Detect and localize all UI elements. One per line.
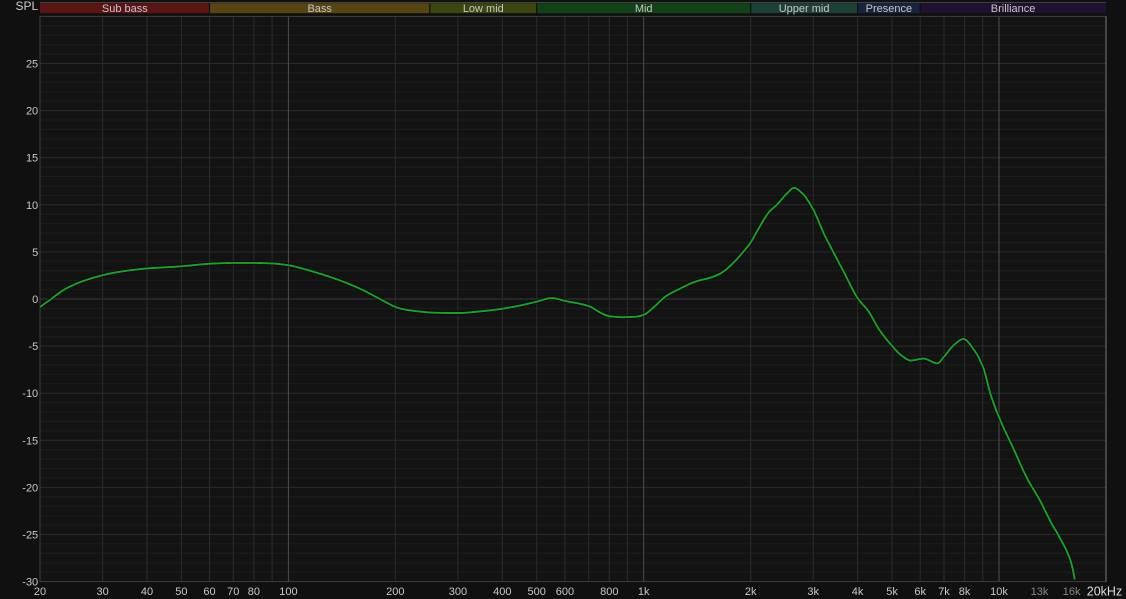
svg-text:70: 70 xyxy=(227,586,239,598)
svg-text:16k: 16k xyxy=(1063,586,1081,598)
svg-text:2k: 2k xyxy=(745,586,757,598)
svg-text:-20: -20 xyxy=(22,482,38,494)
svg-text:20: 20 xyxy=(26,106,38,118)
svg-text:8k: 8k xyxy=(959,586,971,598)
svg-text:400: 400 xyxy=(493,586,511,598)
svg-text:Low mid: Low mid xyxy=(463,3,504,15)
svg-text:-25: -25 xyxy=(22,530,38,542)
svg-text:60: 60 xyxy=(203,586,215,598)
svg-text:50: 50 xyxy=(175,586,187,598)
svg-text:25: 25 xyxy=(26,59,38,71)
svg-text:Presence: Presence xyxy=(866,3,912,15)
svg-text:Mid: Mid xyxy=(635,3,653,15)
svg-text:-15: -15 xyxy=(22,435,38,447)
svg-text:Brilliance: Brilliance xyxy=(991,3,1036,15)
svg-text:600: 600 xyxy=(556,586,574,598)
svg-text:-10: -10 xyxy=(22,388,38,400)
svg-text:1k: 1k xyxy=(638,586,650,598)
svg-text:5k: 5k xyxy=(886,586,898,598)
svg-text:5: 5 xyxy=(32,247,38,259)
svg-text:SPL: SPL xyxy=(16,0,39,13)
svg-text:200: 200 xyxy=(386,586,404,598)
svg-text:300: 300 xyxy=(449,586,467,598)
svg-text:20kHz: 20kHz xyxy=(1087,584,1122,598)
svg-text:10k: 10k xyxy=(990,586,1008,598)
svg-text:20: 20 xyxy=(34,586,46,598)
svg-text:40: 40 xyxy=(141,586,153,598)
svg-text:Upper mid: Upper mid xyxy=(779,3,830,15)
svg-text:30: 30 xyxy=(96,586,108,598)
svg-text:Sub bass: Sub bass xyxy=(102,3,148,15)
svg-text:500: 500 xyxy=(528,586,546,598)
svg-text:6k: 6k xyxy=(914,586,926,598)
svg-text:10: 10 xyxy=(26,200,38,212)
svg-text:-5: -5 xyxy=(28,341,38,353)
svg-text:800: 800 xyxy=(600,586,618,598)
svg-text:80: 80 xyxy=(248,586,260,598)
svg-text:7k: 7k xyxy=(938,586,950,598)
svg-text:13k: 13k xyxy=(1031,586,1049,598)
svg-text:15: 15 xyxy=(26,153,38,165)
svg-text:0: 0 xyxy=(32,294,38,306)
svg-text:Bass: Bass xyxy=(307,3,332,15)
svg-text:100: 100 xyxy=(279,586,297,598)
svg-text:4k: 4k xyxy=(852,586,864,598)
svg-text:3k: 3k xyxy=(807,586,819,598)
